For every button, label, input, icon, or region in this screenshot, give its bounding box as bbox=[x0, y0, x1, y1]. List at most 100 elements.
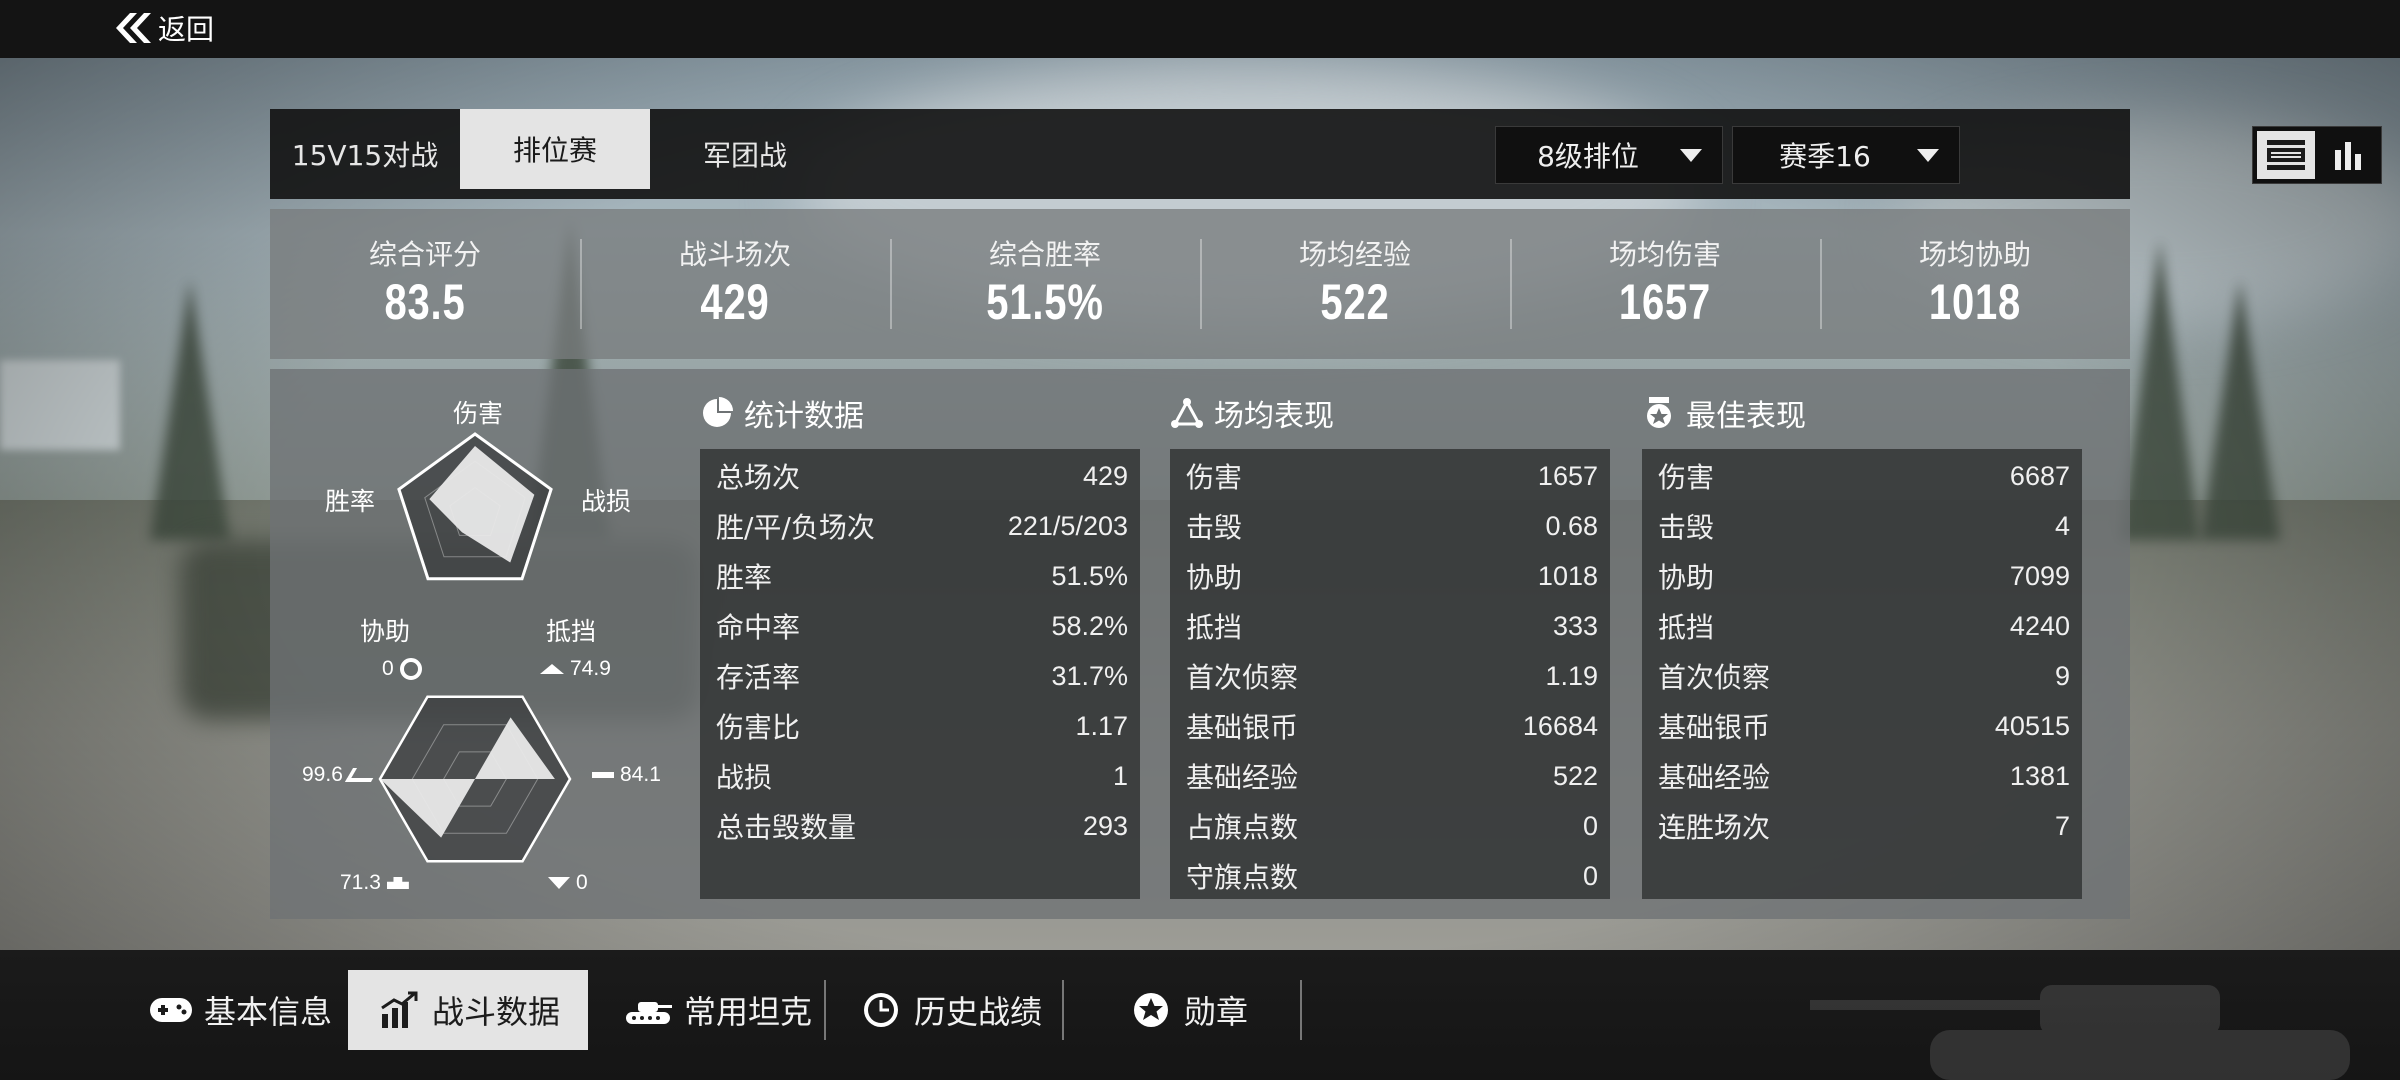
row-label: 抵挡 bbox=[1186, 611, 1243, 644]
row-value: 6687 bbox=[2009, 460, 2070, 491]
row-label: 协助 bbox=[1186, 561, 1243, 594]
row-value: 1657 bbox=[1537, 460, 1598, 491]
nav-common-tanks[interactable]: 常用坦克 bbox=[612, 970, 822, 1050]
row-value: 4 bbox=[2054, 510, 2070, 541]
table-row: 击毁 4 bbox=[1642, 501, 2082, 551]
summary-item: 场均经验 522 bbox=[1200, 209, 1510, 359]
row-label: 协助 bbox=[1658, 561, 1715, 594]
summary-label: 战斗场次 bbox=[678, 238, 791, 271]
table-row: 首次侦察 1.19 bbox=[1170, 651, 1610, 701]
radar-label-assist: 协助 bbox=[360, 617, 411, 646]
table-row: 存活率 31.7% bbox=[700, 651, 1140, 701]
best-title: 最佳表现 bbox=[1686, 399, 1806, 434]
row-label: 首次侦察 bbox=[1658, 661, 1771, 694]
details-panel: 伤害 战损 抵挡 协助 胜率 0 74.9 84.1 0 71.3 99.6 统… bbox=[270, 369, 2130, 919]
nav-label: 历史战绩 bbox=[914, 993, 1043, 1031]
tank-icon bbox=[626, 1002, 672, 1024]
hex-label-bottom-right: 0 bbox=[548, 871, 588, 895]
hex-value: 74.9 bbox=[570, 657, 611, 680]
tab-ranked[interactable]: 排位赛 bbox=[460, 109, 650, 189]
season-dropdown[interactable]: 赛季16 bbox=[1732, 126, 1960, 184]
divider bbox=[1300, 980, 1302, 1040]
nav-battle-data[interactable]: 战斗数据 bbox=[348, 970, 588, 1050]
chevron-up-icon bbox=[540, 664, 564, 674]
caret-down-icon bbox=[1680, 148, 1702, 162]
tab-15v15[interactable]: 15V15对战 bbox=[270, 109, 460, 199]
row-label: 伤害 bbox=[1186, 461, 1243, 494]
tier-dropdown-label: 8级排位 bbox=[1537, 140, 1639, 173]
bar-chart-icon bbox=[2335, 142, 2361, 170]
summary-label: 场均经验 bbox=[1298, 238, 1411, 271]
nav-history[interactable]: 历史战绩 bbox=[848, 970, 1052, 1050]
table-row: 伤害比 1.17 bbox=[700, 701, 1140, 751]
tier-dropdown[interactable]: 8级排位 bbox=[1495, 126, 1723, 184]
summary-value: 429 bbox=[700, 274, 770, 330]
table-row: 抵挡 4240 bbox=[1642, 601, 2082, 651]
row-label: 总场次 bbox=[716, 461, 801, 494]
medal-icon bbox=[1647, 397, 1671, 428]
summary-value: 1657 bbox=[1618, 274, 1712, 330]
row-value: 1 bbox=[1112, 760, 1128, 791]
clock-icon bbox=[864, 993, 898, 1027]
performance-radar-chart bbox=[397, 432, 553, 581]
row-value: 429 bbox=[1082, 460, 1128, 491]
row-value: 58.2% bbox=[1051, 610, 1128, 641]
row-label: 伤害比 bbox=[716, 711, 801, 744]
row-label: 基础银币 bbox=[1658, 711, 1771, 744]
summary-value: 83.5 bbox=[384, 274, 466, 330]
table-row: 守旗点数 0 bbox=[1170, 851, 1610, 901]
table-row: 伤害 6687 bbox=[1642, 451, 2082, 501]
row-label: 击毁 bbox=[1186, 511, 1243, 544]
average-title: 场均表现 bbox=[1214, 399, 1334, 434]
divider bbox=[824, 980, 826, 1040]
table-row: 协助 1018 bbox=[1170, 551, 1610, 601]
row-label: 伤害 bbox=[1658, 461, 1715, 494]
table-row: 基础经验 1381 bbox=[1642, 751, 2082, 801]
back-button[interactable]: 返回 bbox=[110, 8, 214, 48]
row-value: 1018 bbox=[1537, 560, 1598, 591]
tab-legion[interactable]: 军团战 bbox=[650, 109, 840, 199]
summary-label: 场均协助 bbox=[1918, 238, 2031, 271]
nav-label: 战斗数据 bbox=[431, 993, 560, 1031]
tank-decoration-icon bbox=[1810, 985, 2350, 1080]
table-row: 基础银币 40515 bbox=[1642, 701, 2082, 751]
row-value: 40515 bbox=[1994, 710, 2070, 741]
hex-label-top-left: 0 bbox=[382, 657, 422, 681]
summary-value: 1018 bbox=[1928, 274, 2022, 330]
list-view-button[interactable] bbox=[2257, 131, 2315, 179]
hex-label-right: 84.1 bbox=[592, 763, 661, 787]
row-value: 221/5/203 bbox=[1007, 510, 1128, 541]
summary-item: 战斗场次 429 bbox=[580, 209, 890, 359]
summary-label: 综合评分 bbox=[368, 238, 481, 271]
summary-value: 51.5% bbox=[986, 274, 1104, 330]
nav-basic-info[interactable]: 基本信息 bbox=[138, 970, 342, 1050]
row-label: 总击毁数量 bbox=[716, 811, 857, 844]
row-value: 7 bbox=[2054, 810, 2070, 841]
hex-value: 0 bbox=[576, 871, 588, 894]
chart-view-button[interactable] bbox=[2319, 131, 2377, 179]
hex-value: 71.3 bbox=[340, 871, 381, 894]
hex-value: 99.6 bbox=[302, 763, 343, 786]
row-label: 击毁 bbox=[1658, 511, 1715, 544]
slash-icon bbox=[344, 768, 379, 782]
best-table: 伤害 6687 击毁 4 协助 7099 抵挡 4240 首次侦察 9 基础银币 40515 基础经验 1… bbox=[1642, 449, 2082, 899]
nav-label: 勋章 bbox=[1184, 993, 1249, 1031]
hex-label-left: 99.6 bbox=[302, 763, 379, 787]
hex-value: 84.1 bbox=[620, 763, 661, 786]
summary-item: 综合评分 83.5 bbox=[270, 209, 580, 359]
table-row: 总场次 429 bbox=[700, 451, 1140, 501]
summary-label: 场均伤害 bbox=[1608, 238, 1721, 271]
row-label: 基础经验 bbox=[1658, 761, 1771, 794]
gamepad-icon bbox=[150, 998, 192, 1022]
row-value: 293 bbox=[1082, 810, 1128, 841]
podium-icon bbox=[386, 877, 409, 889]
nav-label: 基本信息 bbox=[204, 993, 333, 1031]
row-value: 0 bbox=[1582, 810, 1598, 841]
row-value: 51.5% bbox=[1051, 560, 1128, 591]
average-section-title: 场均表现 bbox=[1170, 391, 1334, 435]
row-label: 首次侦察 bbox=[1186, 661, 1299, 694]
row-value: 31.7% bbox=[1051, 660, 1128, 691]
row-label: 命中率 bbox=[716, 611, 801, 644]
nav-medals[interactable]: 勋章 bbox=[1118, 970, 1258, 1050]
radar-label-blocked: 抵挡 bbox=[546, 617, 597, 646]
